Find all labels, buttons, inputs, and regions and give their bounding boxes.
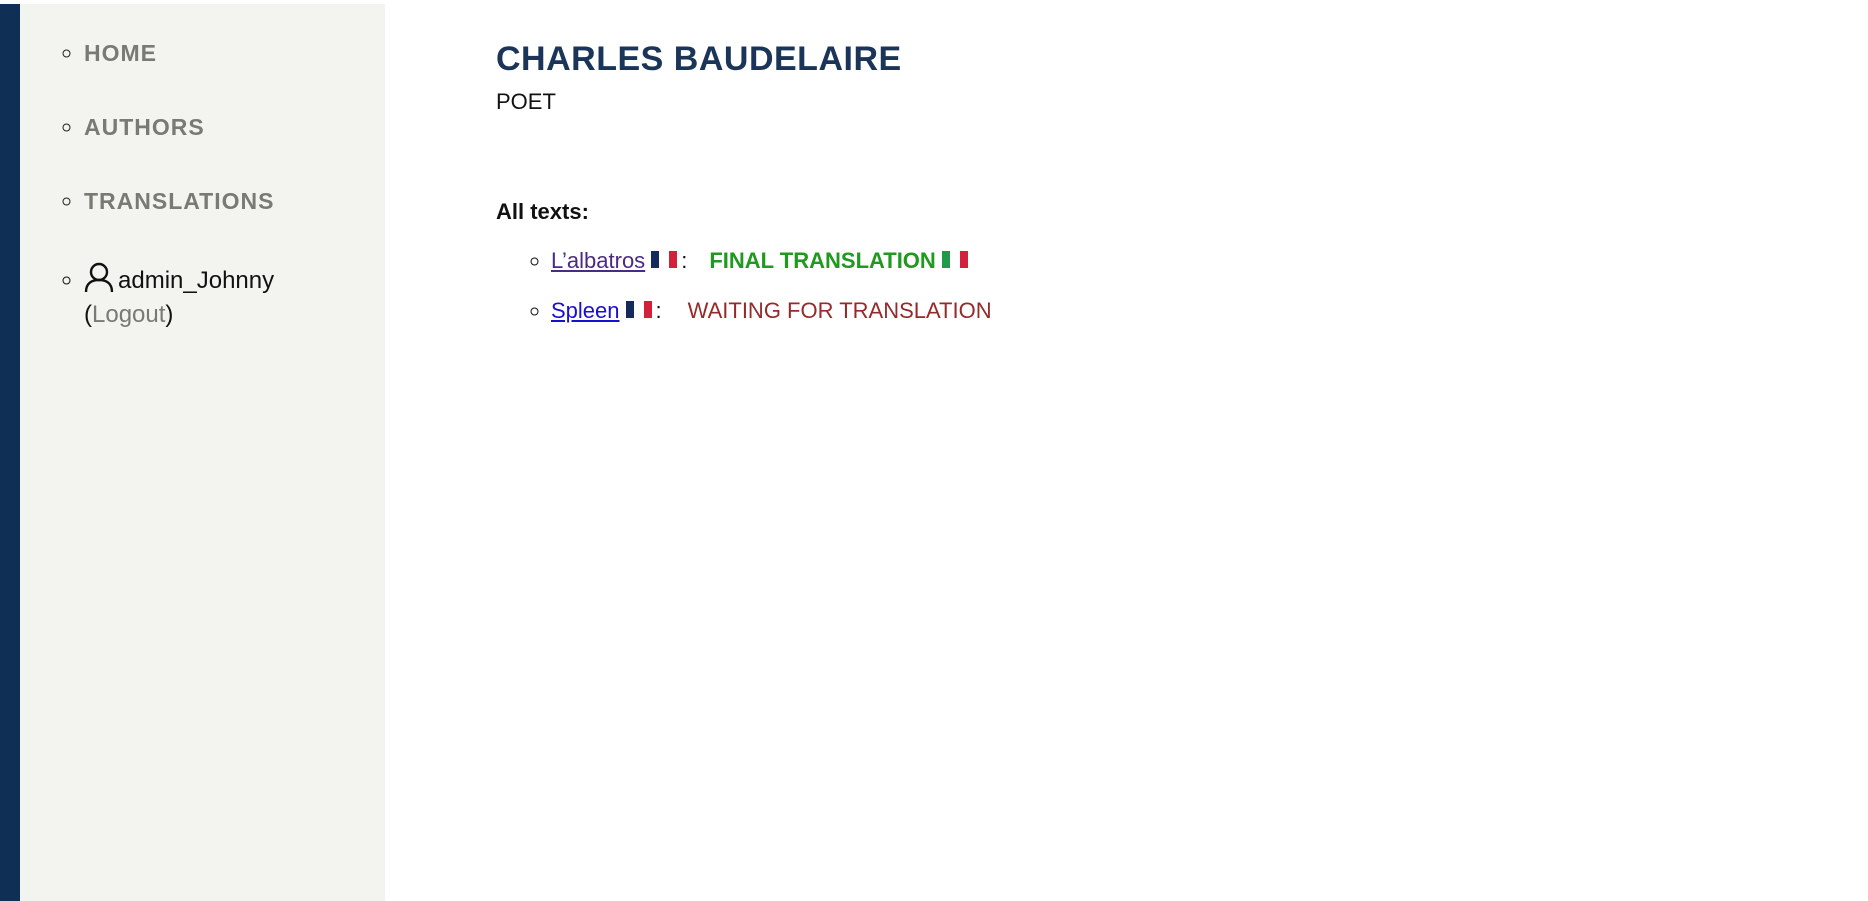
texts-list: L’albatros: FINAL TRANSLATION Spleen: WAIT… <box>496 247 1796 325</box>
author-role: POET <box>496 89 556 114</box>
france-flag-icon <box>651 247 678 268</box>
sidebar: HOME AUTHORS TRANSLATIONS admin_Johnny (… <box>20 4 385 901</box>
separator: : <box>681 248 688 273</box>
text-item: Spleen: WAITING FOR TRANSLATION <box>551 297 1796 325</box>
text-link-spleen[interactable]: Spleen <box>551 298 620 323</box>
nav-link-authors[interactable]: AUTHORS <box>84 114 205 140</box>
separator: : <box>655 298 662 323</box>
logout-link[interactable]: Logout <box>92 301 165 328</box>
text-link-lalbatros[interactable]: L’albatros <box>551 248 645 273</box>
nav-link-translations[interactable]: TRANSLATIONS <box>84 188 274 214</box>
sidebar-item-user: admin_Johnny (Logout) <box>84 262 404 332</box>
logout-close-paren: ) <box>165 301 174 328</box>
accent-bar <box>0 4 20 901</box>
sidebar-item-home: HOME <box>84 40 404 114</box>
italy-flag-icon <box>941 247 968 268</box>
author-name: CHARLES BAUDELAIRE <box>496 40 902 78</box>
sidebar-nav: HOME AUTHORS TRANSLATIONS admin_Johnny (… <box>40 40 404 332</box>
user-icon <box>84 262 114 293</box>
sidebar-item-translations: TRANSLATIONS <box>84 188 404 262</box>
france-flag-icon <box>625 297 652 318</box>
nav-link-home[interactable]: HOME <box>84 40 157 66</box>
sidebar-item-authors: AUTHORS <box>84 114 404 188</box>
all-texts-heading: All texts: <box>496 199 589 224</box>
main-content: CHARLES BAUDELAIRE POET All texts: L’alb… <box>496 40 1796 347</box>
logout-open-paren: ( <box>84 301 92 328</box>
status-badge-waiting: WAITING FOR TRANSLATION <box>687 298 992 323</box>
text-item: L’albatros: FINAL TRANSLATION <box>551 247 1796 275</box>
username: admin_Johnny <box>118 267 275 294</box>
status-badge-final: FINAL TRANSLATION <box>709 248 936 273</box>
